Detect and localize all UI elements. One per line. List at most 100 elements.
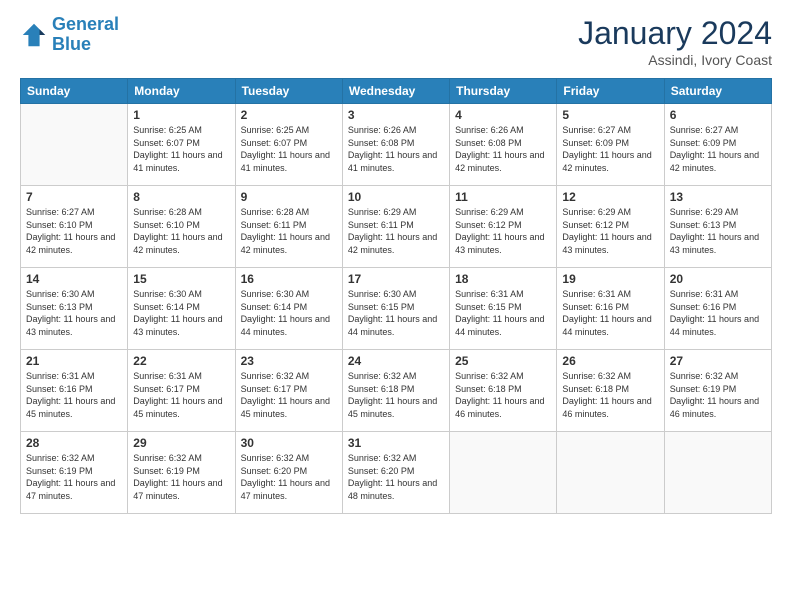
calendar-week-row: 7 Sunrise: 6:27 AMSunset: 6:10 PMDayligh…: [21, 186, 772, 268]
calendar-week-row: 14 Sunrise: 6:30 AMSunset: 6:13 PMDaylig…: [21, 268, 772, 350]
day-info: Sunrise: 6:32 AMSunset: 6:17 PMDaylight:…: [241, 370, 337, 420]
calendar-cell: 2 Sunrise: 6:25 AMSunset: 6:07 PMDayligh…: [235, 104, 342, 186]
calendar-cell: 28 Sunrise: 6:32 AMSunset: 6:19 PMDaylig…: [21, 432, 128, 514]
day-number: 21: [26, 354, 122, 368]
day-number: 28: [26, 436, 122, 450]
day-number: 24: [348, 354, 444, 368]
day-number: 1: [133, 108, 229, 122]
day-info: Sunrise: 6:27 AMSunset: 6:10 PMDaylight:…: [26, 206, 122, 256]
calendar-cell: 17 Sunrise: 6:30 AMSunset: 6:15 PMDaylig…: [342, 268, 449, 350]
weekday-header: Tuesday: [235, 79, 342, 104]
day-info: Sunrise: 6:29 AMSunset: 6:13 PMDaylight:…: [670, 206, 766, 256]
day-info: Sunrise: 6:32 AMSunset: 6:18 PMDaylight:…: [562, 370, 658, 420]
header: General Blue January 2024 Assindi, Ivory…: [20, 15, 772, 68]
calendar-cell: 31 Sunrise: 6:32 AMSunset: 6:20 PMDaylig…: [342, 432, 449, 514]
day-number: 29: [133, 436, 229, 450]
day-info: Sunrise: 6:30 AMSunset: 6:13 PMDaylight:…: [26, 288, 122, 338]
day-number: 18: [455, 272, 551, 286]
calendar-cell: 5 Sunrise: 6:27 AMSunset: 6:09 PMDayligh…: [557, 104, 664, 186]
day-number: 19: [562, 272, 658, 286]
day-number: 23: [241, 354, 337, 368]
day-info: Sunrise: 6:28 AMSunset: 6:11 PMDaylight:…: [241, 206, 337, 256]
day-info: Sunrise: 6:31 AMSunset: 6:15 PMDaylight:…: [455, 288, 551, 338]
weekday-header: Saturday: [664, 79, 771, 104]
day-number: 11: [455, 190, 551, 204]
day-info: Sunrise: 6:30 AMSunset: 6:15 PMDaylight:…: [348, 288, 444, 338]
day-info: Sunrise: 6:32 AMSunset: 6:18 PMDaylight:…: [455, 370, 551, 420]
day-number: 31: [348, 436, 444, 450]
calendar-cell: 6 Sunrise: 6:27 AMSunset: 6:09 PMDayligh…: [664, 104, 771, 186]
calendar-table: SundayMondayTuesdayWednesdayThursdayFrid…: [20, 78, 772, 514]
logo-icon: [20, 21, 48, 49]
calendar-cell: 4 Sunrise: 6:26 AMSunset: 6:08 PMDayligh…: [450, 104, 557, 186]
weekday-header: Monday: [128, 79, 235, 104]
weekday-header-row: SundayMondayTuesdayWednesdayThursdayFrid…: [21, 79, 772, 104]
day-info: Sunrise: 6:32 AMSunset: 6:18 PMDaylight:…: [348, 370, 444, 420]
location-subtitle: Assindi, Ivory Coast: [578, 52, 772, 68]
calendar-cell: 26 Sunrise: 6:32 AMSunset: 6:18 PMDaylig…: [557, 350, 664, 432]
month-title: January 2024: [578, 15, 772, 52]
day-number: 9: [241, 190, 337, 204]
calendar-cell: 8 Sunrise: 6:28 AMSunset: 6:10 PMDayligh…: [128, 186, 235, 268]
calendar-cell: 3 Sunrise: 6:26 AMSunset: 6:08 PMDayligh…: [342, 104, 449, 186]
day-number: 27: [670, 354, 766, 368]
day-number: 12: [562, 190, 658, 204]
calendar-cell: [450, 432, 557, 514]
day-number: 10: [348, 190, 444, 204]
day-number: 3: [348, 108, 444, 122]
day-number: 16: [241, 272, 337, 286]
day-info: Sunrise: 6:32 AMSunset: 6:19 PMDaylight:…: [670, 370, 766, 420]
calendar-cell: 19 Sunrise: 6:31 AMSunset: 6:16 PMDaylig…: [557, 268, 664, 350]
day-number: 22: [133, 354, 229, 368]
day-info: Sunrise: 6:27 AMSunset: 6:09 PMDaylight:…: [562, 124, 658, 174]
weekday-header: Sunday: [21, 79, 128, 104]
calendar-cell: 9 Sunrise: 6:28 AMSunset: 6:11 PMDayligh…: [235, 186, 342, 268]
calendar-cell: 18 Sunrise: 6:31 AMSunset: 6:15 PMDaylig…: [450, 268, 557, 350]
day-number: 4: [455, 108, 551, 122]
weekday-header: Wednesday: [342, 79, 449, 104]
calendar-cell: 10 Sunrise: 6:29 AMSunset: 6:11 PMDaylig…: [342, 186, 449, 268]
weekday-header: Thursday: [450, 79, 557, 104]
day-number: 20: [670, 272, 766, 286]
calendar-cell: 1 Sunrise: 6:25 AMSunset: 6:07 PMDayligh…: [128, 104, 235, 186]
calendar-week-row: 21 Sunrise: 6:31 AMSunset: 6:16 PMDaylig…: [21, 350, 772, 432]
day-number: 8: [133, 190, 229, 204]
day-info: Sunrise: 6:31 AMSunset: 6:16 PMDaylight:…: [26, 370, 122, 420]
calendar-week-row: 1 Sunrise: 6:25 AMSunset: 6:07 PMDayligh…: [21, 104, 772, 186]
day-number: 14: [26, 272, 122, 286]
logo: General Blue: [20, 15, 119, 55]
day-number: 17: [348, 272, 444, 286]
day-info: Sunrise: 6:25 AMSunset: 6:07 PMDaylight:…: [133, 124, 229, 174]
calendar-cell: 23 Sunrise: 6:32 AMSunset: 6:17 PMDaylig…: [235, 350, 342, 432]
calendar-cell: 20 Sunrise: 6:31 AMSunset: 6:16 PMDaylig…: [664, 268, 771, 350]
calendar-cell: 15 Sunrise: 6:30 AMSunset: 6:14 PMDaylig…: [128, 268, 235, 350]
calendar-cell: 14 Sunrise: 6:30 AMSunset: 6:13 PMDaylig…: [21, 268, 128, 350]
day-info: Sunrise: 6:26 AMSunset: 6:08 PMDaylight:…: [455, 124, 551, 174]
weekday-header: Friday: [557, 79, 664, 104]
calendar-cell: 27 Sunrise: 6:32 AMSunset: 6:19 PMDaylig…: [664, 350, 771, 432]
calendar-cell: [664, 432, 771, 514]
day-number: 30: [241, 436, 337, 450]
calendar-cell: 24 Sunrise: 6:32 AMSunset: 6:18 PMDaylig…: [342, 350, 449, 432]
day-info: Sunrise: 6:29 AMSunset: 6:12 PMDaylight:…: [562, 206, 658, 256]
day-number: 26: [562, 354, 658, 368]
day-info: Sunrise: 6:27 AMSunset: 6:09 PMDaylight:…: [670, 124, 766, 174]
day-info: Sunrise: 6:29 AMSunset: 6:12 PMDaylight:…: [455, 206, 551, 256]
day-number: 6: [670, 108, 766, 122]
day-info: Sunrise: 6:30 AMSunset: 6:14 PMDaylight:…: [133, 288, 229, 338]
calendar-cell: 29 Sunrise: 6:32 AMSunset: 6:19 PMDaylig…: [128, 432, 235, 514]
calendar-cell: 16 Sunrise: 6:30 AMSunset: 6:14 PMDaylig…: [235, 268, 342, 350]
calendar-cell: 11 Sunrise: 6:29 AMSunset: 6:12 PMDaylig…: [450, 186, 557, 268]
day-info: Sunrise: 6:32 AMSunset: 6:20 PMDaylight:…: [348, 452, 444, 502]
day-number: 5: [562, 108, 658, 122]
day-info: Sunrise: 6:32 AMSunset: 6:19 PMDaylight:…: [133, 452, 229, 502]
day-number: 15: [133, 272, 229, 286]
day-number: 2: [241, 108, 337, 122]
day-info: Sunrise: 6:26 AMSunset: 6:08 PMDaylight:…: [348, 124, 444, 174]
day-info: Sunrise: 6:31 AMSunset: 6:16 PMDaylight:…: [670, 288, 766, 338]
calendar-cell: 7 Sunrise: 6:27 AMSunset: 6:10 PMDayligh…: [21, 186, 128, 268]
calendar-cell: 30 Sunrise: 6:32 AMSunset: 6:20 PMDaylig…: [235, 432, 342, 514]
calendar-cell: [557, 432, 664, 514]
day-number: 25: [455, 354, 551, 368]
logo-text: General Blue: [52, 15, 119, 55]
